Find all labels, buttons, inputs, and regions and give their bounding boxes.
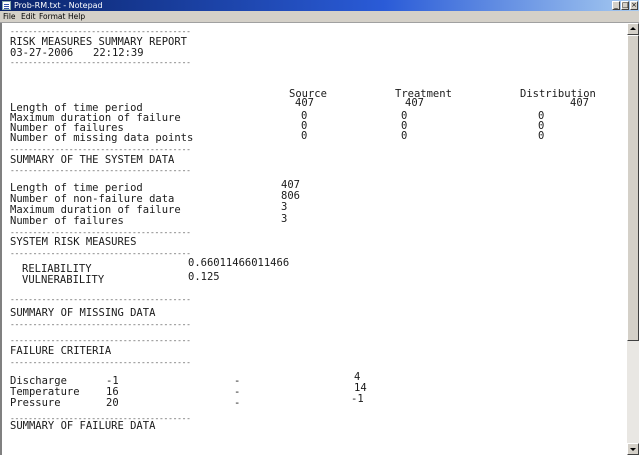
separator: ---------------------------------------- — [10, 145, 191, 154]
vulnerability-value: 0.125 — [188, 271, 220, 283]
separator: ---------------------------------------- — [10, 58, 191, 67]
separator: ---------------------------------------- — [10, 320, 191, 329]
scroll-up-arrow-icon[interactable] — [627, 23, 639, 35]
close-button[interactable]: × — [630, 1, 638, 10]
row-value: 407 — [570, 97, 589, 109]
row-value: 3 — [281, 201, 288, 213]
section-title: SUMMARY OF MISSING DATA — [10, 307, 156, 319]
row-value: -1 — [351, 393, 364, 405]
separator: ---------------------------------------- — [10, 295, 191, 304]
row-value: 0 — [401, 130, 408, 142]
title-bar[interactable]: Prob-RM.txt - Notepad _ □ × — [0, 0, 639, 11]
notepad-icon — [2, 1, 11, 10]
row-value: 407 — [295, 97, 314, 109]
menu-help[interactable]: Help — [68, 11, 85, 23]
section-title: SYSTEM RISK MEASURES — [10, 236, 137, 248]
row-label: Number of failures — [10, 215, 124, 227]
window-title: Prob-RM.txt - Notepad — [14, 1, 103, 10]
menu-edit[interactable]: Edit — [21, 11, 36, 23]
reliability-value: 0.66011466011466 — [188, 257, 290, 269]
row-value: - — [234, 397, 241, 409]
window-controls: _ □ × — [612, 1, 638, 10]
row-label: Number of missing data points — [10, 132, 194, 144]
scroll-down-arrow-icon[interactable] — [627, 443, 639, 455]
section-title: SUMMARY OF THE SYSTEM DATA — [10, 154, 175, 166]
row-value: 0 — [301, 130, 308, 142]
scrollbar-thumb[interactable] — [627, 35, 639, 341]
minimize-button[interactable]: _ — [612, 1, 620, 10]
separator: ---------------------------------------- — [10, 166, 191, 175]
row-value: 3 — [281, 213, 288, 225]
menu-bar: File Edit Format Help — [0, 11, 639, 23]
separator: ---------------------------------------- — [10, 27, 191, 36]
row-value: 0 — [538, 130, 545, 142]
separator: ---------------------------------------- — [10, 249, 191, 258]
separator: ---------------------------------------- — [10, 336, 191, 345]
text-editor[interactable]: ----------------------------------------… — [0, 23, 627, 455]
menu-file[interactable]: File — [3, 11, 16, 23]
row-value: 407 — [405, 97, 424, 109]
maximize-button[interactable]: □ — [621, 1, 629, 10]
section-title: FAILURE CRITERIA — [10, 345, 112, 357]
row-label: VULNERABILITY — [22, 274, 105, 286]
row-label: Pressure — [10, 397, 61, 409]
separator: ---------------------------------------- — [10, 358, 191, 367]
vertical-scrollbar[interactable] — [627, 23, 639, 455]
row-value: 20 — [106, 397, 119, 409]
section-title: SUMMARY OF FAILURE DATA — [10, 420, 156, 432]
menu-format[interactable]: Format — [39, 11, 65, 23]
